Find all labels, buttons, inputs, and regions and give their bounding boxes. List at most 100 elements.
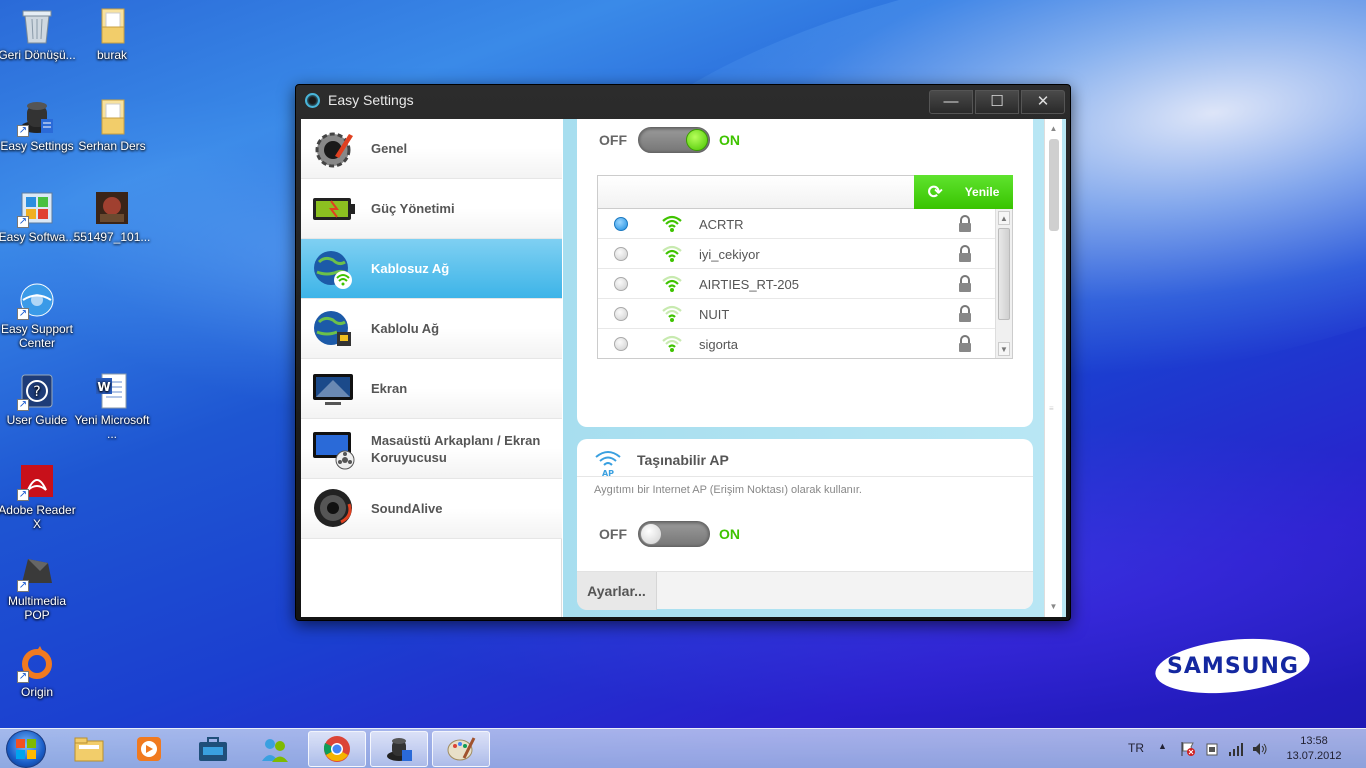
network-list-scrollbar[interactable]: ▲ ▼ xyxy=(995,209,1012,358)
desktop-icon-easy-settings[interactable]: ↗ Easy Settings xyxy=(0,97,76,153)
action-center-flag-icon[interactable] xyxy=(1180,741,1196,757)
network-ssid: ACRTR xyxy=(699,217,744,232)
scroll-thumb[interactable] xyxy=(998,228,1010,320)
desktop-icon-easy-support[interactable]: ↗ Easy Support Center xyxy=(0,280,76,350)
portable-ap-toggle[interactable] xyxy=(638,521,710,547)
taskbar-media-player[interactable] xyxy=(120,731,178,767)
desktop-icon-adobe-reader[interactable]: ↗ Adobe Reader X xyxy=(0,461,76,531)
wifi-signal-icon xyxy=(662,305,682,322)
network-ssid: AIRTIES_RT-205 xyxy=(699,277,799,292)
svg-text:W: W xyxy=(97,380,110,394)
volume-icon[interactable] xyxy=(1252,741,1268,757)
language-indicator[interactable]: TR xyxy=(1128,741,1144,755)
recycle-bin-icon xyxy=(17,6,57,46)
scroll-up-arrow-icon[interactable]: ▲ xyxy=(1048,123,1059,135)
network-radio[interactable] xyxy=(614,337,628,351)
wifi-signal-icon xyxy=(662,335,682,352)
desktop-icon-label: Adobe Reader X xyxy=(0,503,76,531)
sidebar-item-genel[interactable]: Genel xyxy=(301,119,562,179)
adobe-reader-icon: ↗ xyxy=(17,461,57,501)
user-guide-icon: ? ↗ xyxy=(17,371,57,411)
close-button[interactable]: ✕ xyxy=(1021,90,1065,114)
desktop-icon-image-file[interactable]: 551497_101... xyxy=(73,188,151,244)
desktop-icon-label: Serhan Ders xyxy=(78,139,146,153)
network-row[interactable]: iyi_cekiyor xyxy=(598,239,996,269)
desktop-icon-recycle-bin[interactable]: Geri Dönüşü... xyxy=(0,6,76,62)
taskbar-explorer[interactable] xyxy=(60,731,118,767)
scroll-down-arrow-icon[interactable]: ▼ xyxy=(1048,601,1059,613)
image-file-icon xyxy=(92,188,132,228)
multimedia-pop-icon: ↗ xyxy=(17,552,57,592)
sidebar-item-label: Kablolu Ağ xyxy=(371,321,440,336)
general-settings-icon xyxy=(311,126,357,172)
desktop-icon-label: Easy Softwa... xyxy=(0,230,76,244)
desktop-icon-serhan-ders[interactable]: Serhan Ders xyxy=(73,97,151,153)
easy-support-icon: ↗ xyxy=(17,280,57,320)
title-bar[interactable]: Easy Settings — ☐ ✕ xyxy=(296,85,1070,117)
wired-globe-icon xyxy=(311,306,357,352)
refresh-icon: ⟳ xyxy=(927,182,943,202)
taskbar-easy-settings[interactable] xyxy=(370,731,428,767)
network-signal-icon[interactable] xyxy=(1228,741,1244,757)
network-row[interactable]: ACRTR xyxy=(598,209,996,239)
divider xyxy=(577,476,1033,477)
scroll-thumb[interactable] xyxy=(1049,139,1059,231)
sidebar-item-kablolu-ag[interactable]: Kablolu Ağ xyxy=(301,299,562,359)
sidebar-item-guc-yonetimi[interactable]: Güç Yönetimi xyxy=(301,179,562,239)
taskbar-paint[interactable] xyxy=(432,731,490,767)
desktop-icon-user-guide[interactable]: ? ↗ User Guide xyxy=(0,371,76,427)
desktop-icon-word-document[interactable]: W Yeni Microsoft ... xyxy=(73,371,151,441)
wifi-on-label: ON xyxy=(719,132,740,148)
chrome-icon xyxy=(323,736,350,762)
network-row[interactable]: sigorta xyxy=(598,329,996,358)
sidebar-item-ekran[interactable]: Ekran xyxy=(301,359,562,419)
show-hidden-icons-icon[interactable]: ▲ xyxy=(1158,741,1167,751)
network-list: ACRTR iyi_cekiyor AIRTIES_RT-205 NUIT si… xyxy=(597,209,1013,359)
taskbar-people[interactable] xyxy=(246,731,304,767)
sidebar-item-label: Masaüstü Arkaplanı / Ekran Koruyucusu xyxy=(371,432,541,465)
content-scrollbar[interactable]: ▲ ≡ ▼ xyxy=(1044,119,1062,617)
ap-off-label: OFF xyxy=(599,526,627,542)
desktop-icon-label: Easy Support Center xyxy=(0,322,74,350)
battery-icon xyxy=(311,186,357,232)
network-row[interactable]: AIRTIES_RT-205 xyxy=(598,269,996,299)
power-plug-icon[interactable] xyxy=(1204,741,1220,757)
scroll-up-arrow-icon[interactable]: ▲ xyxy=(998,211,1010,225)
refresh-button[interactable]: ⟳ Yenile xyxy=(914,175,1013,209)
network-ssid: iyi_cekiyor xyxy=(699,247,760,262)
sidebar-item-masaustu-arkaplani[interactable]: Masaüstü Arkaplanı / Ekran Koruyucusu xyxy=(301,419,562,479)
desktop-icon-label: burak xyxy=(96,48,128,62)
desktop-icon-origin[interactable]: ↗ Origin xyxy=(0,643,76,699)
network-radio[interactable] xyxy=(614,217,628,231)
desktop-icon-easy-software[interactable]: ↗ Easy Softwa... xyxy=(0,188,76,244)
refresh-label: Yenile xyxy=(964,185,1000,199)
network-radio[interactable] xyxy=(614,277,628,291)
sidebar-item-soundalive[interactable]: SoundAlive xyxy=(301,479,562,539)
sidebar-item-kablosuz-ag[interactable]: Kablosuz Ağ xyxy=(301,239,562,299)
network-radio[interactable] xyxy=(614,307,628,321)
lock-icon xyxy=(959,335,971,352)
brand-logo-text: SAMSUNG xyxy=(1166,653,1299,679)
desktop-icon-burak[interactable]: burak xyxy=(73,6,151,62)
settings-button[interactable]: Ayarlar... xyxy=(577,572,657,610)
taskbar-briefcase[interactable] xyxy=(184,731,242,767)
network-radio[interactable] xyxy=(614,247,628,261)
media-player-icon xyxy=(137,737,161,761)
minimize-button[interactable]: — xyxy=(929,90,973,114)
ap-footer: Ayarlar... xyxy=(577,571,1033,610)
easy-software-icon: ↗ xyxy=(17,188,57,228)
maximize-button[interactable]: ☐ xyxy=(975,90,1019,114)
scroll-down-arrow-icon[interactable]: ▼ xyxy=(998,342,1010,356)
desktop-icon-multimedia-pop[interactable]: ↗ Multimedia POP xyxy=(0,552,76,622)
taskbar-chrome[interactable] xyxy=(308,731,366,767)
desktop-icon-label: Easy Settings xyxy=(0,139,74,153)
network-row[interactable]: NUIT xyxy=(598,299,996,329)
windows-logo-icon xyxy=(16,739,36,759)
clock[interactable]: 13:58 13.07.2012 xyxy=(1280,734,1348,764)
sidebar-item-label: Genel xyxy=(371,141,408,156)
start-button[interactable] xyxy=(6,730,46,768)
wifi-toggle[interactable] xyxy=(638,127,710,153)
easy-settings-icon: ↗ xyxy=(17,97,57,137)
scroll-grip-icon: ≡ xyxy=(1049,404,1054,413)
sidebar-item-label: Güç Yönetimi xyxy=(371,201,455,216)
